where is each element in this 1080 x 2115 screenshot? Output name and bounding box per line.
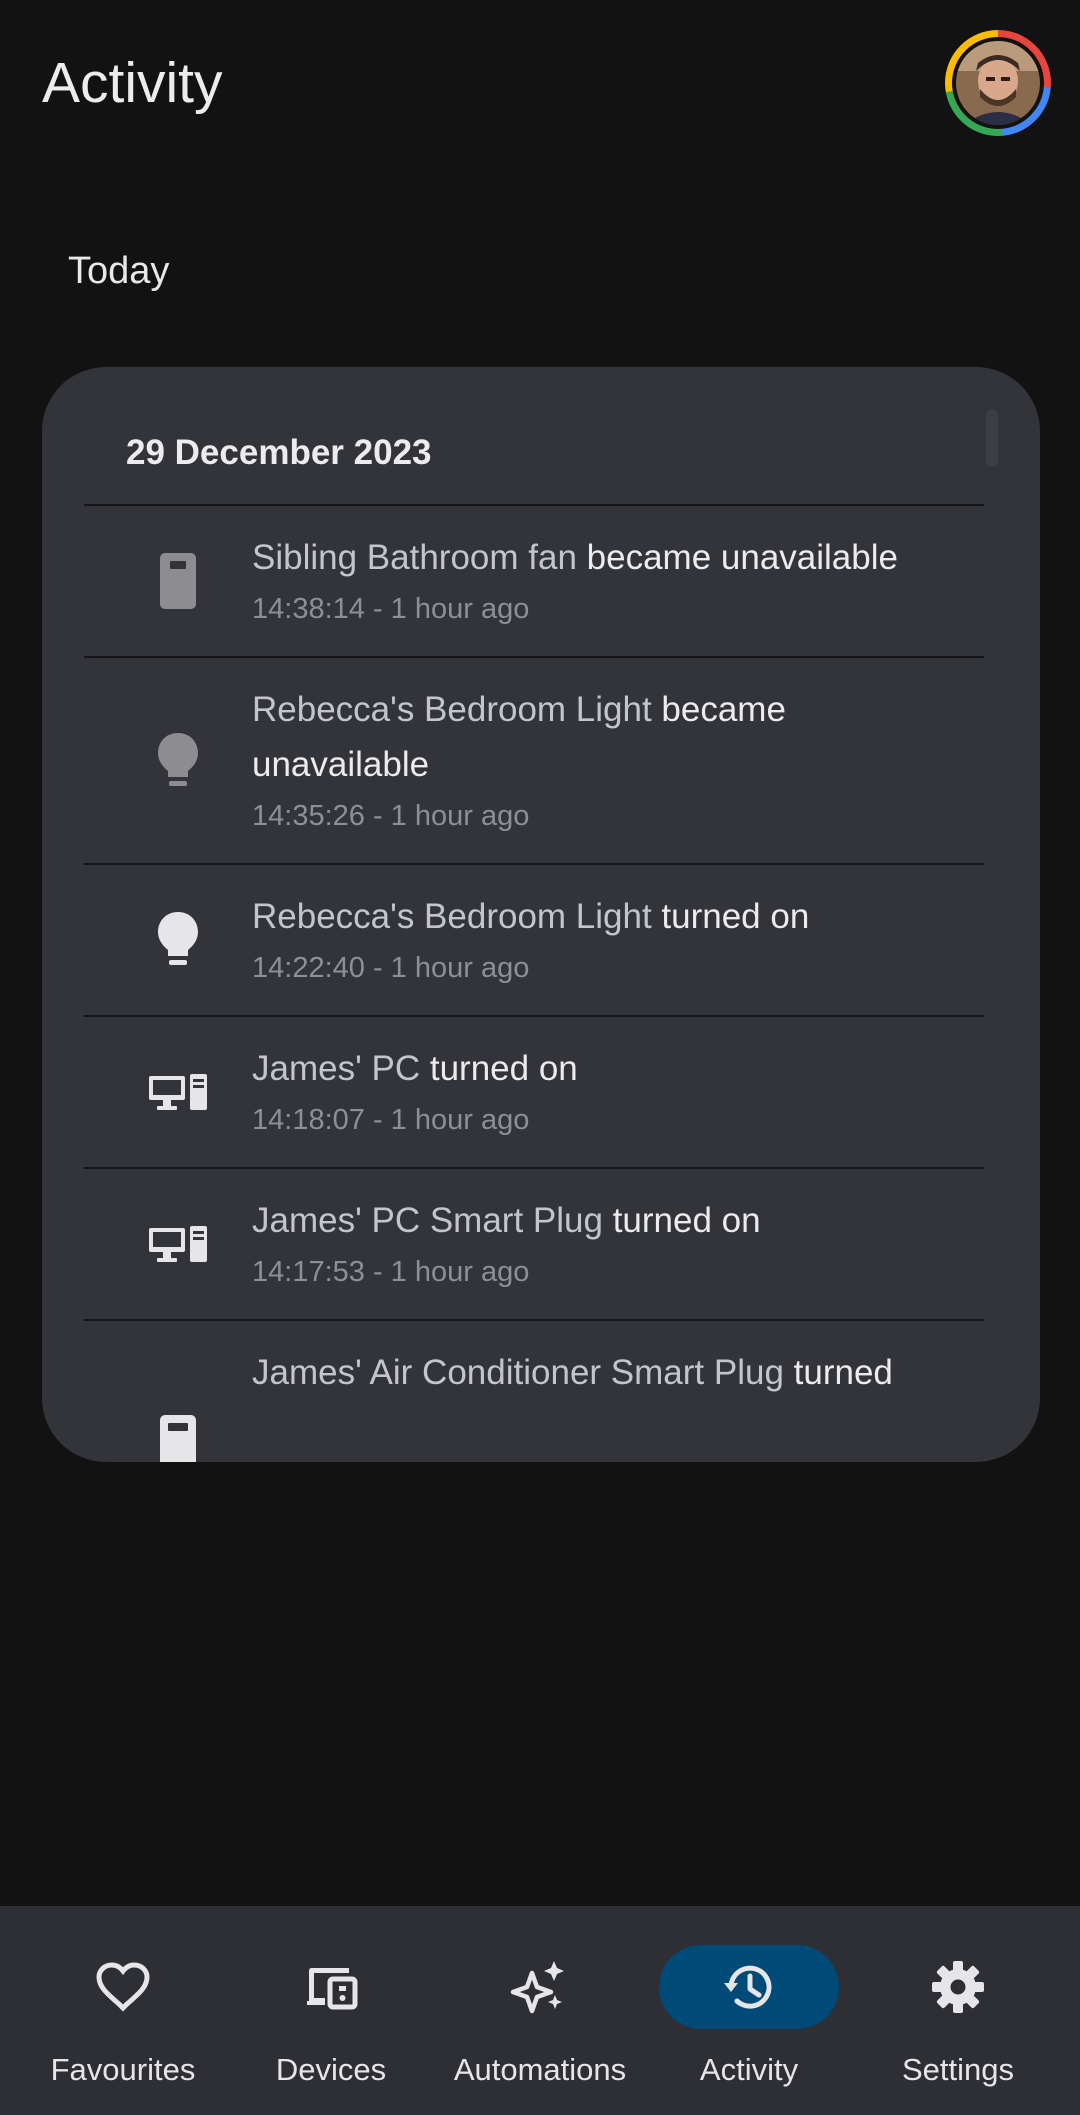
user-photo-icon — [956, 41, 1040, 125]
event-entity: Sibling Bathroom fan — [252, 538, 577, 577]
nav-item-devices[interactable]: Devices — [227, 1906, 435, 2115]
scrollbar[interactable] — [986, 409, 998, 467]
event-time: 14:18:07 - 1 hour ago — [252, 1104, 530, 1136]
nav-item-favourites[interactable]: Favourites — [19, 1906, 227, 2115]
list-item[interactable]: Rebecca's Bedroom Light became unavailab… — [84, 656, 984, 863]
bottom-navigation: Favourites Devices Automations Activity … — [0, 1906, 1080, 2115]
event-action: turned — [783, 1353, 893, 1392]
list-item[interactable]: James' PC turned on 14:18:07 - 1 hour ag… — [84, 1015, 984, 1167]
lightbulb-icon — [142, 904, 214, 976]
event-entity: James' PC — [252, 1049, 421, 1088]
lightbulb-icon — [142, 725, 214, 797]
nav-item-automations[interactable]: Automations — [436, 1906, 644, 2115]
event-list: Sibling Bathroom fan became unavailable … — [84, 504, 984, 1462]
list-item[interactable]: James' PC Smart Plug turned on 14:17:53 … — [84, 1167, 984, 1319]
event-time: 14:35:26 - 1 hour ago — [252, 800, 530, 832]
event-entity: James' PC Smart Plug — [252, 1201, 603, 1240]
event-entity: James' Air Conditioner Smart Plug — [252, 1353, 784, 1392]
event-action: became unavailable — [576, 538, 898, 577]
event-time: 14:17:53 - 1 hour ago — [252, 1256, 530, 1288]
list-item[interactable]: James' Air Conditioner Smart Plug turned — [84, 1319, 984, 1462]
nav-item-settings[interactable]: Settings — [854, 1906, 1062, 2115]
gear-icon — [918, 1947, 998, 2027]
sparkle-icon — [500, 1947, 580, 2027]
activity-card: 29 December 2023 Sibling Bathroom fan be… — [42, 367, 1040, 1462]
nav-item-activity[interactable]: Activity — [645, 1906, 853, 2115]
event-action: turned on — [602, 1201, 761, 1240]
date-header: 29 December 2023 — [126, 433, 432, 472]
desktop-tower-icon — [142, 1056, 214, 1128]
event-time: 14:38:14 - 1 hour ago — [252, 593, 530, 625]
event-entity: Rebecca's Bedroom Light — [252, 690, 652, 729]
list-item[interactable]: Rebecca's Bedroom Light turned on 14:22:… — [84, 863, 984, 1015]
air-conditioner-icon — [142, 1407, 214, 1462]
event-time: 14:22:40 - 1 hour ago — [252, 952, 530, 984]
nav-label: Settings — [901, 2052, 1014, 2087]
avatar[interactable] — [945, 30, 1051, 136]
section-label-today: Today — [68, 250, 170, 292]
heart-icon — [83, 1947, 163, 2027]
event-action: turned on — [420, 1049, 578, 1088]
desktop-tower-icon — [142, 1208, 214, 1280]
event-entity: Rebecca's Bedroom Light — [252, 897, 652, 936]
devices-icon — [291, 1947, 371, 2027]
list-item[interactable]: Sibling Bathroom fan became unavailable … — [84, 504, 984, 656]
page-title: Activity — [42, 51, 223, 115]
fan-device-icon — [142, 545, 214, 617]
event-action: turned on — [651, 897, 810, 936]
history-icon — [709, 1947, 789, 2027]
activity-screen: Activity Today 29 December 2023 Sibling … — [0, 0, 1080, 2115]
